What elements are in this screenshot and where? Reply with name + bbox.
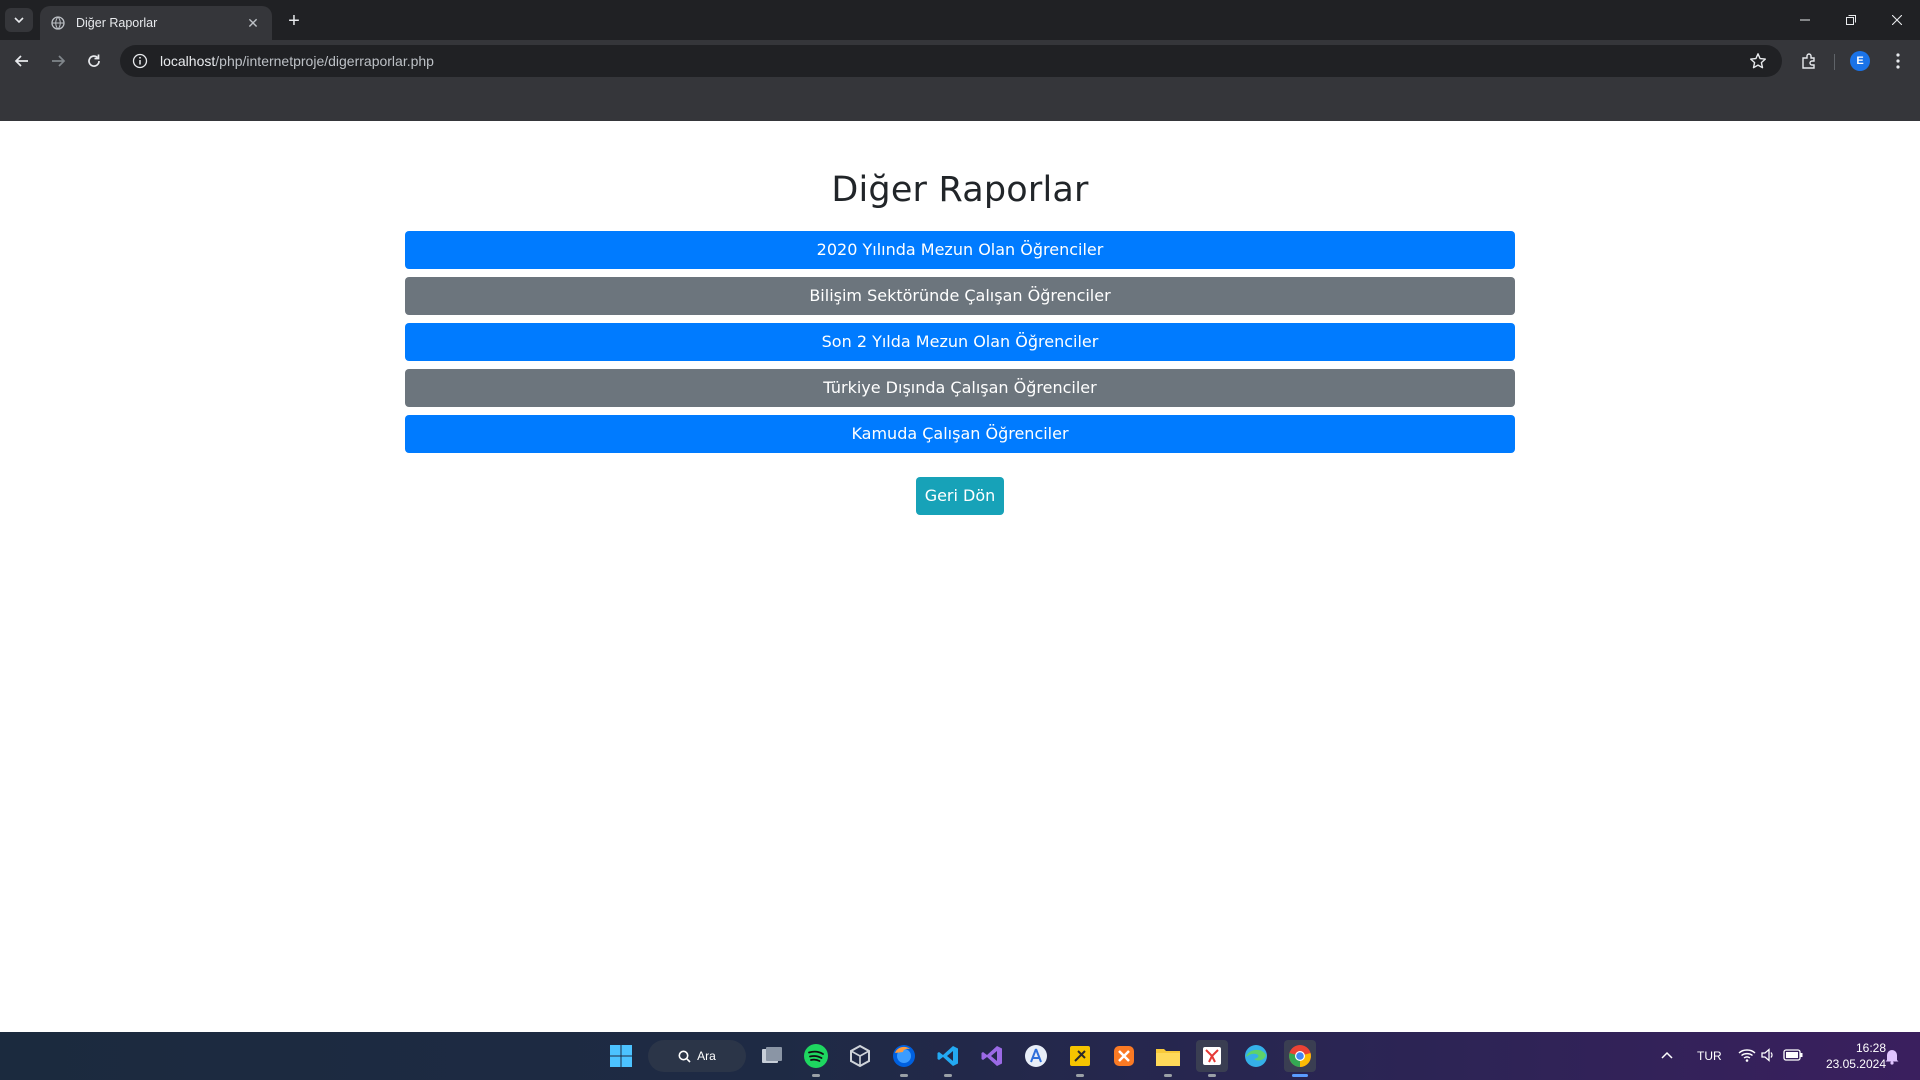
battery-icon[interactable] bbox=[1783, 1048, 1803, 1067]
tab-search-button[interactable] bbox=[5, 8, 33, 32]
xampp-icon[interactable] bbox=[1108, 1040, 1140, 1072]
restore-button[interactable] bbox=[1828, 6, 1874, 34]
running-indicator bbox=[900, 1074, 908, 1077]
report-button-it-sector[interactable]: Bilişim Sektöründe Çalışan Öğrenciler bbox=[405, 277, 1515, 315]
spotify-icon[interactable] bbox=[800, 1040, 832, 1077]
globe-icon bbox=[50, 15, 66, 31]
address-bar[interactable]: localhost/php/internetproje/digerraporla… bbox=[120, 45, 1782, 77]
search-label: Ara bbox=[697, 1049, 716, 1063]
profile-button[interactable]: E bbox=[1847, 48, 1873, 74]
avatar: E bbox=[1850, 51, 1870, 71]
active-tab[interactable]: Diğer Raporlar ✕ bbox=[40, 6, 272, 40]
reload-button[interactable] bbox=[80, 47, 108, 75]
app-store-icon[interactable] bbox=[1020, 1040, 1052, 1072]
visual-studio-icon[interactable] bbox=[976, 1040, 1008, 1072]
clock-date[interactable]: 23.05.2024 bbox=[1816, 1057, 1886, 1071]
page-content: Diğer Raporlar 2020 Yılında Mezun Olan Ö… bbox=[0, 121, 1920, 1032]
new-tab-button[interactable]: + bbox=[282, 9, 306, 33]
browser-tabstrip: Diğer Raporlar ✕ + bbox=[0, 0, 1920, 40]
url-path: /php/internetproje/digerraporlar.php bbox=[215, 53, 434, 69]
firefox-icon[interactable] bbox=[888, 1040, 920, 1077]
go-back-button[interactable]: Geri Dön bbox=[916, 477, 1004, 515]
vscode-icon[interactable] bbox=[932, 1040, 964, 1077]
windows-taskbar: Ara TUR 16:28 23.05.2024 bbox=[0, 1032, 1920, 1080]
report-button-working-abroad[interactable]: Türkiye Dışında Çalışan Öğrenciler bbox=[405, 369, 1515, 407]
chevron-down-icon bbox=[14, 17, 24, 24]
bookmark-star-icon[interactable] bbox=[1748, 51, 1768, 71]
report-button-graduated-last-2-years[interactable]: Son 2 Yılda Mezun Olan Öğrenciler bbox=[405, 323, 1515, 361]
sticky-notes-icon[interactable] bbox=[1064, 1040, 1096, 1077]
report-button-graduated-2020[interactable]: 2020 Yılında Mezun Olan Öğrenciler bbox=[405, 231, 1515, 269]
running-indicator bbox=[1208, 1074, 1216, 1077]
volume-icon[interactable] bbox=[1760, 1047, 1776, 1068]
running-indicator bbox=[1076, 1074, 1084, 1077]
browser-toolbar: localhost/php/internetproje/digerraporla… bbox=[0, 40, 1920, 82]
site-info-icon[interactable] bbox=[132, 53, 148, 69]
chrome-icon[interactable] bbox=[1284, 1040, 1316, 1077]
unity-icon[interactable] bbox=[844, 1040, 876, 1072]
close-window-button[interactable] bbox=[1874, 6, 1920, 34]
browser-menu-icon[interactable] bbox=[1885, 48, 1911, 74]
file-explorer-icon[interactable] bbox=[1152, 1040, 1184, 1077]
back-nav-button[interactable] bbox=[8, 47, 36, 75]
minimize-button[interactable] bbox=[1782, 6, 1828, 34]
task-view-icon[interactable] bbox=[756, 1040, 788, 1072]
toolbar-divider bbox=[1834, 54, 1835, 70]
close-icon bbox=[1892, 15, 1902, 25]
notification-bell-icon[interactable] bbox=[1884, 1047, 1900, 1070]
report-button-list: 2020 Yılında Mezun Olan Öğrenciler Biliş… bbox=[405, 231, 1515, 461]
running-indicator bbox=[1292, 1074, 1308, 1077]
edge-icon[interactable] bbox=[1240, 1040, 1272, 1072]
arrow-right-icon bbox=[52, 55, 66, 67]
extensions-icon[interactable] bbox=[1796, 48, 1822, 74]
windows-start-icon[interactable] bbox=[605, 1040, 637, 1072]
bookmark-bar bbox=[0, 82, 1920, 121]
reload-icon bbox=[88, 54, 100, 67]
url-text: localhost/php/internetproje/digerraporla… bbox=[160, 53, 434, 69]
restore-icon bbox=[1846, 15, 1856, 25]
clock-time[interactable]: 16:28 bbox=[1838, 1041, 1886, 1055]
tab-title: Diğer Raporlar bbox=[76, 16, 158, 30]
page-title: Diğer Raporlar bbox=[831, 170, 1089, 210]
wifi-icon[interactable] bbox=[1738, 1047, 1756, 1068]
running-indicator bbox=[1164, 1074, 1172, 1077]
close-tab-icon[interactable]: ✕ bbox=[244, 15, 262, 32]
minimize-icon bbox=[1800, 19, 1810, 21]
report-button-public-sector[interactable]: Kamuda Çalışan Öğrenciler bbox=[405, 415, 1515, 453]
snipping-tool-icon[interactable] bbox=[1196, 1040, 1228, 1077]
forward-nav-button[interactable] bbox=[44, 47, 72, 75]
arrow-left-icon bbox=[14, 55, 28, 67]
url-host: localhost bbox=[160, 53, 216, 69]
running-indicator bbox=[812, 1074, 820, 1077]
taskbar-search-button[interactable]: Ara bbox=[648, 1040, 746, 1072]
running-indicator bbox=[944, 1074, 952, 1077]
search-icon bbox=[678, 1050, 691, 1063]
tray-overflow-icon[interactable] bbox=[1660, 1048, 1674, 1067]
language-indicator[interactable]: TUR bbox=[1697, 1049, 1722, 1063]
